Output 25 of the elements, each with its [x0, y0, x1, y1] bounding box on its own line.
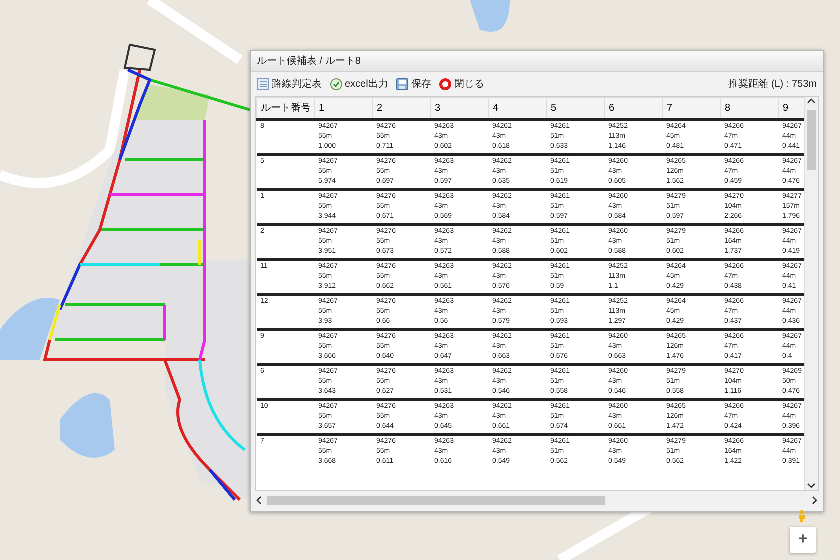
close-icon: [439, 78, 452, 90]
distance-summary: 推奨距離 (L) : 753m: [728, 78, 817, 91]
column-header: 3: [430, 98, 488, 120]
column-header: 7: [662, 98, 720, 120]
person-icon[interactable]: [797, 510, 807, 522]
save-icon: [396, 78, 410, 90]
column-header: 2: [372, 98, 430, 120]
column-header: 6: [604, 98, 662, 120]
scrollbar-thumb[interactable]: [807, 110, 816, 170]
column-header: ルート番号: [256, 98, 314, 120]
document-icon: [257, 78, 270, 90]
toolbar-button[interactable]: 閉じる: [439, 77, 484, 91]
toolbar-button[interactable]: excel出力: [330, 77, 388, 91]
column-header: 5: [546, 98, 604, 120]
column-header: 8: [720, 98, 778, 120]
check-circle-icon: [330, 78, 343, 90]
scrollbar-thumb[interactable]: [267, 496, 606, 504]
dialog-title: ルート候補表 / ルート8: [251, 51, 823, 72]
vertical-scrollbar[interactable]: [804, 97, 818, 490]
toolbar-button[interactable]: 保存: [396, 77, 432, 91]
column-header: 9: [778, 98, 804, 120]
column-header: 4: [488, 98, 546, 120]
zoom-in-button[interactable]: +: [790, 527, 816, 553]
column-header: 1: [314, 98, 372, 120]
toolbar-button[interactable]: 路線判定表: [257, 77, 322, 91]
